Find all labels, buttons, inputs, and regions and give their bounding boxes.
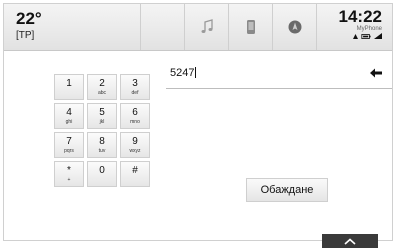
key-letters: mno — [130, 119, 140, 125]
key-digit: 4 — [66, 107, 72, 118]
keypad-key-8[interactable]: 8 tuv — [87, 132, 117, 158]
keypad-key-2[interactable]: 2 abc — [87, 74, 117, 100]
keypad-key-6[interactable]: 6 mno — [120, 103, 150, 129]
phone-icon — [246, 20, 255, 34]
keypad-key-0[interactable]: 0 — [87, 161, 117, 187]
dialed-number-field[interactable]: 5247 — [166, 60, 392, 89]
temperature-value: 22° — [16, 9, 42, 28]
keypad-key-7[interactable]: 7 pqrs — [54, 132, 84, 158]
key-digit: * — [67, 165, 71, 176]
key-digit: 8 — [99, 136, 105, 147]
key-letters: wxyz — [129, 148, 141, 154]
key-digit: 7 — [66, 136, 72, 147]
keypad-key-3[interactable]: 3 def — [120, 74, 150, 100]
collapse-button[interactable] — [322, 234, 378, 248]
battery-icon — [361, 33, 371, 39]
keypad-key-5[interactable]: 5 jkl — [87, 103, 117, 129]
tab-audio[interactable] — [184, 4, 228, 50]
keypad-key-hash[interactable]: # — [120, 161, 150, 187]
key-letters: def — [131, 90, 139, 96]
key-letters: pqrs — [64, 148, 74, 154]
keypad-key-star[interactable]: * + — [54, 161, 84, 187]
chevron-up-icon — [344, 237, 356, 245]
text-cursor — [195, 67, 197, 78]
status-area: 14:22 MyPhone — [339, 8, 382, 39]
keypad-key-1[interactable]: 1 — [54, 74, 84, 100]
signal-icon — [374, 33, 382, 39]
climate-mode: [TP] — [16, 30, 35, 41]
dialed-number-display: 5247 — [170, 67, 197, 79]
key-letters: + — [67, 177, 71, 183]
key-letters: ghi — [65, 119, 73, 125]
status-icons — [339, 33, 382, 39]
navigation-icon — [288, 20, 301, 34]
music-note-icon — [201, 19, 213, 33]
key-digit: 3 — [132, 78, 138, 89]
key-digit: 9 — [132, 136, 138, 147]
key-digit: 2 — [99, 78, 105, 89]
key-digit: # — [132, 165, 138, 176]
key-letters: tuv — [98, 148, 106, 154]
call-button[interactable]: Обаждане — [246, 178, 328, 202]
alert-icon — [353, 33, 358, 39]
key-letters: abc — [97, 90, 107, 96]
tab-navigation[interactable] — [272, 4, 317, 50]
dialed-number: 5247 — [170, 67, 195, 79]
tab-phone[interactable] — [228, 4, 272, 50]
tab-placeholder — [140, 4, 184, 50]
backspace-arrow-icon[interactable] — [370, 68, 382, 78]
key-digit: 6 — [132, 107, 138, 118]
infotainment-screen: 22° [TP] 14:22 MyPhone 1 2 abc 3 def 4 g… — [3, 3, 393, 248]
key-digit: 1 — [66, 78, 72, 89]
key-digit: 5 — [99, 107, 105, 118]
key-digit: 0 — [99, 165, 105, 176]
clock: 14:22 — [338, 7, 382, 26]
keypad-key-9[interactable]: 9 wxyz — [120, 132, 150, 158]
key-letters: jkl — [99, 119, 105, 125]
keypad-key-4[interactable]: 4 ghi — [54, 103, 84, 129]
connected-phone-name: MyPhone — [356, 26, 382, 32]
top-bar: 22° [TP] 14:22 MyPhone — [4, 4, 392, 51]
climate-readout[interactable]: 22° [TP] — [16, 9, 42, 42]
